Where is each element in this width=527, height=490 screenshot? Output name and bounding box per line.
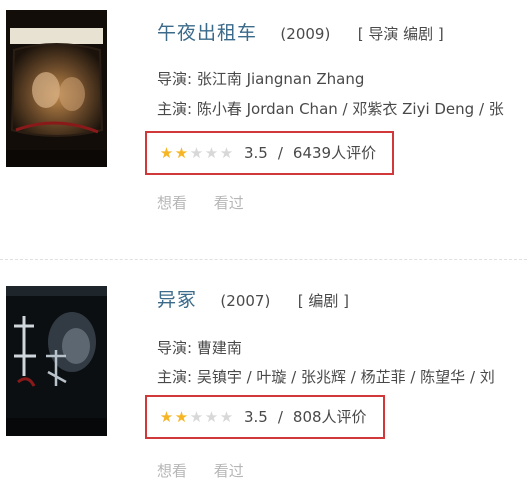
star-empty-icon: ★ [204,407,219,426]
movie-actions: 想看 看过 [157,460,244,481]
movie-title-link[interactable]: 异冢 [157,289,197,311]
movie-poster[interactable] [6,286,107,436]
movie-info: 异冢 (2007) [ 编剧 ] 导演: 曹建南 主演: 吴镇宇 / 叶璇 / … [145,260,527,490]
rating-highlight-box: ★ ★ ★ ★ ★ 3.5 / 808人评价 [145,395,385,439]
movie-item: 异冢 (2007) [ 编剧 ] 导演: 曹建南 主演: 吴镇宇 / 叶璇 / … [0,260,527,490]
rating-separator: / [277,144,283,162]
movie-info: 午夜出租车 (2009) [ 导演 编剧 ] 导演: 张江南 Jiangnan … [145,0,527,255]
star-empty-icon: ★ [219,143,234,162]
want-to-watch-button[interactable]: 想看 [157,462,187,480]
star-empty-icon: ★ [219,407,234,426]
star-filled-icon: ★ [174,143,189,162]
star-rating: ★ ★ ★ ★ ★ [159,143,234,162]
poster-image-icon [6,286,107,436]
rating-score: 3.5 [244,408,268,426]
director-line: 导演: 张江南 Jiangnan Zhang [157,70,365,88]
movie-roles: [ 编剧 ] [297,292,349,310]
rating-row: ★ ★ ★ ★ ★ 3.5 / 808人评价 [159,407,367,427]
watched-button[interactable]: 看过 [214,194,244,212]
star-filled-icon: ★ [159,143,174,162]
movie-actions: 想看 看过 [157,192,244,213]
movie-title-link[interactable]: 午夜出租车 [157,22,257,44]
star-filled-icon: ★ [159,407,174,426]
title-row: 异冢 (2007) [ 编剧 ] [157,289,349,312]
director-line: 导演: 曹建南 [157,339,242,357]
star-empty-icon: ★ [189,143,204,162]
watched-button[interactable]: 看过 [214,462,244,480]
movie-poster[interactable] [6,10,107,167]
title-row: 午夜出租车 (2009) [ 导演 编剧 ] [157,22,444,45]
rating-score: 3.5 [244,144,268,162]
poster-image-icon [6,10,107,167]
star-empty-icon: ★ [204,143,219,162]
star-rating: ★ ★ ★ ★ ★ [159,407,234,426]
rating-highlight-box: ★ ★ ★ ★ ★ 3.5 / 6439人评价 [145,131,394,175]
rating-separator: / [277,408,283,426]
star-filled-icon: ★ [174,407,189,426]
rating-votes[interactable]: 6439人评价 [293,143,376,163]
movie-year: (2009) [280,25,331,43]
rating-row: ★ ★ ★ ★ ★ 3.5 / 6439人评价 [159,143,376,163]
movie-year: (2007) [220,292,271,310]
cast-line: 主演: 陈小春 Jordan Chan / 邓紫衣 Ziyi Deng / 张 [157,100,504,118]
rating-votes[interactable]: 808人评价 [293,407,367,427]
want-to-watch-button[interactable]: 想看 [157,194,187,212]
movie-roles: [ 导演 编剧 ] [357,25,444,43]
star-empty-icon: ★ [189,407,204,426]
movie-item: 午夜出租车 (2009) [ 导演 编剧 ] 导演: 张江南 Jiangnan … [0,0,527,255]
cast-line: 主演: 吴镇宇 / 叶璇 / 张兆辉 / 杨芷菲 / 陈望华 / 刘 [157,368,495,386]
